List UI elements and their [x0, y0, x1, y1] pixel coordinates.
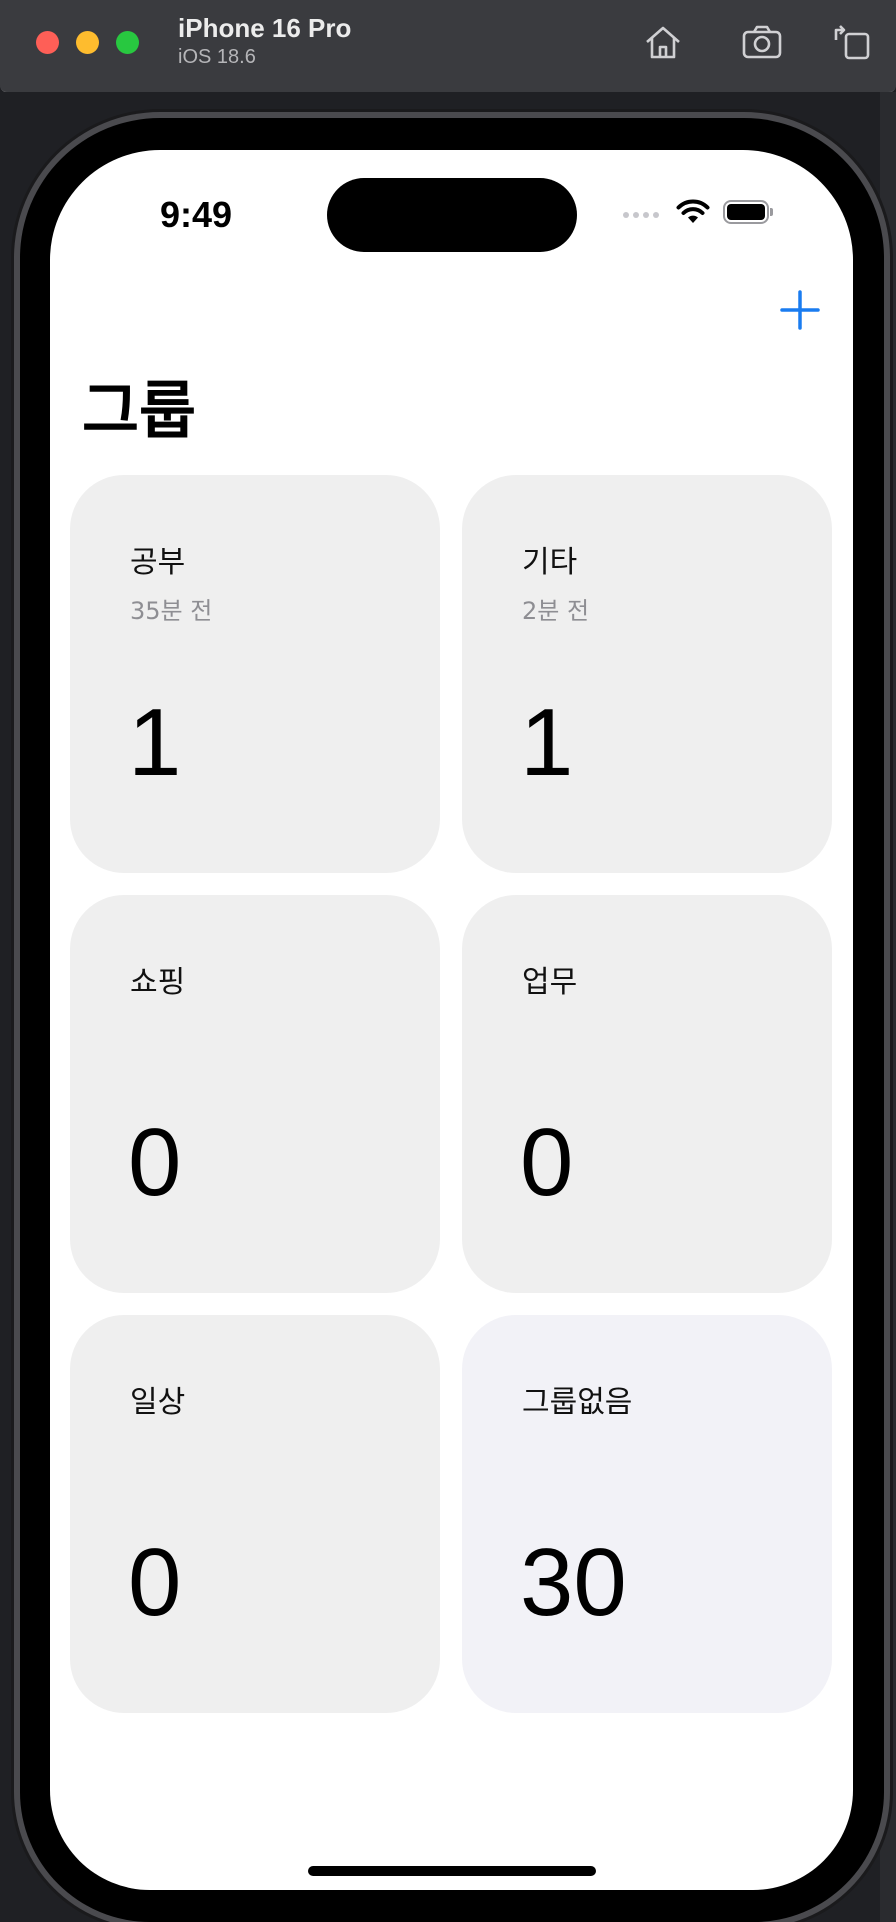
- zoom-window-button[interactable]: [116, 31, 139, 54]
- group-updated-time: 35분 전: [130, 597, 213, 625]
- close-window-button[interactable]: [36, 31, 59, 54]
- iphone-device-frame: 9:49 그룹 공부 35분 전 1 기타 2분 전 1 쇼핑 0 업무 0 일…: [20, 118, 884, 1922]
- home-icon[interactable]: [641, 20, 685, 64]
- rotate-icon[interactable]: [830, 20, 874, 64]
- group-name: 쇼핑: [130, 965, 186, 1000]
- simulator-titlebar: iPhone 16 Pro iOS 18.6: [0, 0, 896, 93]
- plus-icon: [780, 290, 820, 330]
- group-name: 일상: [130, 1385, 186, 1420]
- group-count: 0: [520, 1109, 574, 1216]
- dynamic-island: [327, 178, 577, 252]
- status-time: 9:49: [160, 194, 233, 235]
- battery-icon: [723, 200, 773, 224]
- group-card-ungrouped[interactable]: 그룹없음 30: [462, 1315, 832, 1713]
- home-indicator[interactable]: [308, 1866, 596, 1876]
- screenshot-icon[interactable]: [740, 20, 784, 64]
- group-count: 0: [128, 1109, 182, 1216]
- group-count: 1: [128, 689, 182, 796]
- group-name: 기타: [522, 545, 578, 580]
- group-grid: 공부 35분 전 1 기타 2분 전 1 쇼핑 0 업무 0 일상 0 그룹없음…: [70, 475, 832, 1713]
- group-card-daily[interactable]: 일상 0: [70, 1315, 440, 1713]
- group-count: 0: [128, 1529, 182, 1636]
- group-card-study[interactable]: 공부 35분 전 1: [70, 475, 440, 873]
- minimize-window-button[interactable]: [76, 31, 99, 54]
- add-group-button[interactable]: [776, 286, 824, 334]
- os-version: iOS 18.6: [178, 46, 256, 68]
- page-title: 그룹: [82, 374, 197, 447]
- group-card-shopping[interactable]: 쇼핑 0: [70, 895, 440, 1293]
- group-count: 1: [520, 689, 574, 796]
- group-card-etc[interactable]: 기타 2분 전 1: [462, 475, 832, 873]
- group-name: 그룹없음: [522, 1385, 633, 1420]
- device-name: iPhone 16 Pro: [178, 13, 352, 43]
- wifi-icon: [675, 196, 711, 230]
- group-count: 30: [520, 1529, 627, 1636]
- app-screen: 9:49 그룹 공부 35분 전 1 기타 2분 전 1 쇼핑 0 업무 0 일…: [50, 150, 853, 1890]
- group-name: 업무: [522, 965, 578, 1000]
- group-card-work[interactable]: 업무 0: [462, 895, 832, 1293]
- group-updated-time: 2분 전: [522, 597, 590, 625]
- cellular-icon: [623, 212, 663, 222]
- group-name: 공부: [130, 545, 186, 580]
